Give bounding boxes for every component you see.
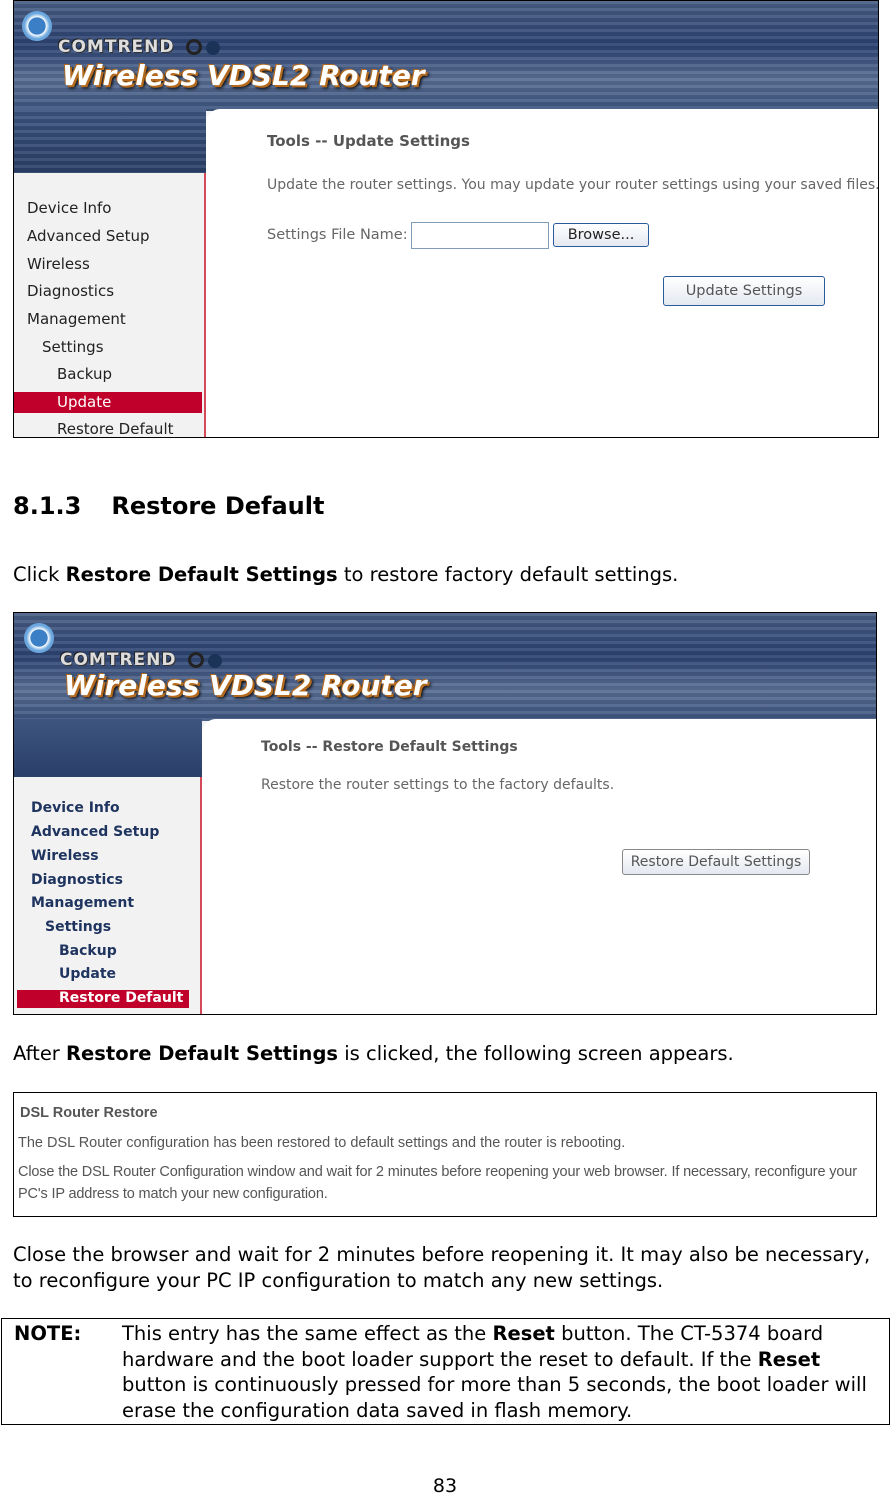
nav-backup[interactable]: Backup — [59, 943, 117, 959]
nav-update-label: Update — [57, 393, 112, 411]
nav-restore-default[interactable]: Restore Default — [57, 420, 174, 437]
restore-default-settings-button[interactable]: Restore Default Settings — [622, 849, 810, 875]
bold-text: Reset — [757, 1347, 821, 1371]
nav-update[interactable]: Update — [59, 966, 116, 982]
nav-advanced-setup[interactable]: Advanced Setup — [31, 824, 159, 840]
brand-logo: COMTREND — [60, 650, 177, 670]
nav-diagnostics[interactable]: Diagnostics — [31, 872, 123, 888]
nav-restore-default[interactable]: Restore Default — [17, 990, 189, 1008]
text: button is continuously pressed for more … — [122, 1373, 867, 1422]
brand-logo: COMTREND — [58, 37, 175, 57]
nav-diagnostics[interactable]: Diagnostics — [27, 282, 114, 300]
comtrend-logo-icon — [24, 623, 54, 653]
nav-update[interactable]: Update — [14, 392, 202, 413]
header-banner-left — [14, 109, 206, 173]
nav-advanced-setup[interactable]: Advanced Setup — [27, 227, 150, 245]
file-name-label: Settings File Name: — [267, 227, 408, 243]
text: to restore factory default settings. — [337, 563, 679, 586]
section-heading: 8.1.3 Restore Default — [13, 492, 324, 520]
bold-text: Restore Default Settings — [66, 1042, 339, 1065]
nav-backup[interactable]: Backup — [57, 365, 112, 383]
text: Click — [13, 563, 66, 586]
header-banner-left — [14, 719, 202, 777]
paragraph-close-browser: Close the browser and wait for 2 minutes… — [13, 1243, 871, 1292]
product-title: Wireless VDSL2 Router — [62, 59, 425, 92]
settings-file-input[interactable] — [411, 222, 549, 249]
nav-device-info[interactable]: Device Info — [27, 199, 111, 217]
text: is clicked, the following screen appears… — [338, 1042, 734, 1065]
update-settings-button[interactable]: Update Settings — [663, 276, 825, 306]
browse-button[interactable]: Browse... — [553, 223, 649, 247]
page-title: Tools -- Restore Default Settings — [261, 739, 518, 755]
page-description: Restore the router settings to the facto… — [261, 777, 615, 793]
nav-wireless[interactable]: Wireless — [27, 255, 90, 273]
paragraph-after-click: After Restore Default Settings is clicke… — [13, 1041, 883, 1067]
nav-settings[interactable]: Settings — [45, 919, 111, 935]
page-title: Tools -- Update Settings — [267, 132, 470, 150]
nav-restore-default-label: Restore Default — [59, 990, 184, 1006]
bold-text: Reset — [492, 1322, 555, 1345]
product-title: Wireless VDSL2 Router — [64, 669, 427, 702]
bold-text: Restore Default Settings — [65, 563, 338, 586]
note-label: NOTE: — [14, 1322, 82, 1345]
restore-title: DSL Router Restore — [20, 1105, 158, 1121]
paragraph-restore-intro: Click Restore Default Settings to restor… — [13, 562, 883, 588]
note-box: NOTE: This entry has the same effect as … — [1, 1318, 890, 1425]
comtrend-logo-icon — [22, 11, 52, 41]
section-title: Restore Default — [111, 492, 325, 520]
page-description: Update the router settings. You may upda… — [267, 177, 879, 193]
nav-settings[interactable]: Settings — [42, 338, 104, 356]
note-text: This entry has the same effect as the Re… — [122, 1321, 886, 1423]
restore-message-2: Close the DSL Router Configuration windo… — [18, 1164, 857, 1202]
text: After — [13, 1042, 67, 1065]
page-number: 83 — [432, 1475, 458, 1497]
restore-message-1: The DSL Router configuration has been re… — [18, 1135, 626, 1151]
content-panel — [206, 109, 878, 437]
text: This entry has the same effect as the — [122, 1322, 493, 1345]
update-settings-screenshot: COMTREND Wireless VDSL2 Router Device In… — [13, 0, 879, 438]
restore-default-screenshot: COMTREND Wireless VDSL2 Router Device In… — [13, 612, 877, 1015]
nav-management[interactable]: Management — [27, 310, 126, 328]
router-restore-screenshot: DSL Router Restore The DSL Router config… — [13, 1092, 877, 1217]
nav-device-info[interactable]: Device Info — [31, 800, 120, 816]
nav-management[interactable]: Management — [31, 895, 134, 911]
nav-wireless[interactable]: Wireless — [31, 848, 99, 864]
logo-dots-icon — [186, 39, 224, 59]
section-number: 8.1.3 — [13, 492, 82, 520]
